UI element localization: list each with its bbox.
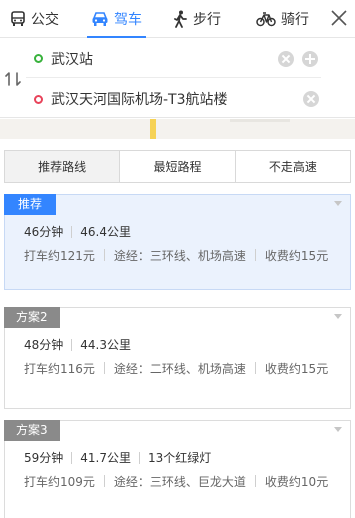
bike-icon bbox=[256, 12, 276, 27]
divider bbox=[103, 475, 105, 487]
plan-traffic-lights: 13个红绿灯 bbox=[148, 451, 212, 465]
plan-time: 59分钟 bbox=[24, 451, 64, 465]
expand-arrow-icon[interactable] bbox=[334, 427, 342, 432]
tab-bike[interactable]: 骑行 bbox=[256, 0, 309, 38]
plan-tag: 推荐 bbox=[4, 194, 57, 215]
route-plan-card[interactable]: 方案3 59分钟 41.7公里 13个红绿灯 打车约109元 途经：三环线、巨龙大… bbox=[4, 420, 351, 518]
divider bbox=[254, 362, 256, 374]
plan-toll: 收费约15元 bbox=[264, 249, 329, 263]
tab-car-label: 驾车 bbox=[114, 12, 142, 28]
plan-toll: 收费约15元 bbox=[264, 362, 329, 376]
tab-bike-label: 骑行 bbox=[281, 12, 309, 28]
plan-toll: 收费约10元 bbox=[264, 475, 329, 489]
plan-summary: 46分钟 46.4公里 bbox=[24, 223, 131, 240]
end-dot-icon bbox=[34, 94, 43, 104]
plan-summary: 48分钟 44.3公里 bbox=[24, 336, 131, 353]
start-dot-icon bbox=[34, 54, 43, 63]
clear-end-icon[interactable] bbox=[303, 91, 319, 107]
plan-details: 打车约121元 途经：三环线、机场高速 收费约15元 bbox=[24, 245, 342, 267]
plan-tag: 方案2 bbox=[4, 307, 60, 328]
plan-via: 途经：三环线、巨龙大道 bbox=[113, 475, 246, 489]
divider bbox=[254, 475, 256, 487]
add-waypoint-icon[interactable] bbox=[302, 51, 318, 67]
start-point-field[interactable]: 武汉站 bbox=[26, 40, 321, 78]
route-strategy-tabs: 推荐路线 最短路程 不走高速 bbox=[4, 150, 351, 183]
clear-start-icon[interactable] bbox=[278, 51, 294, 67]
plan-distance: 46.4公里 bbox=[80, 225, 132, 239]
route-input-panel: 武汉站 武汉天河国际机场-T3航站楼 bbox=[0, 38, 355, 118]
plan-time: 46分钟 bbox=[24, 225, 64, 239]
travel-mode-bar: 公交 驾车 步行 骑行 bbox=[0, 0, 355, 38]
divider bbox=[103, 362, 105, 374]
end-point-field[interactable]: 武汉天河国际机场-T3航站楼 bbox=[26, 80, 321, 118]
tab-walk[interactable]: 步行 bbox=[172, 0, 221, 38]
tab-bus[interactable]: 公交 bbox=[10, 0, 59, 38]
plan-tag: 方案3 bbox=[4, 420, 60, 441]
plan-time: 48分钟 bbox=[24, 338, 64, 352]
walk-icon bbox=[174, 10, 187, 28]
bus-icon bbox=[11, 11, 25, 26]
divider bbox=[71, 225, 73, 238]
route-plan-card[interactable]: 推荐 46分钟 46.4公里 打车约121元 途经：三环线、机场高速 收费约15元 bbox=[4, 194, 351, 290]
expand-arrow-icon[interactable] bbox=[334, 314, 342, 319]
car-icon bbox=[92, 12, 108, 26]
divider bbox=[254, 249, 256, 261]
tab-avoid-highway[interactable]: 不走高速 bbox=[234, 151, 350, 182]
divider bbox=[71, 451, 73, 464]
swap-route-icon[interactable] bbox=[5, 71, 21, 87]
plan-distance: 41.7公里 bbox=[80, 451, 132, 465]
map-road bbox=[150, 119, 156, 139]
tab-shortest[interactable]: 最短路程 bbox=[119, 151, 234, 182]
map-road bbox=[230, 119, 290, 122]
divider bbox=[103, 249, 105, 261]
plan-taxi-fare: 打车约116元 bbox=[24, 362, 95, 376]
plan-via: 途经：三环线、机场高速 bbox=[113, 249, 246, 263]
tab-car[interactable]: 驾车 bbox=[87, 0, 146, 38]
start-point-text: 武汉站 bbox=[51, 51, 93, 68]
end-point-text: 武汉天河国际机场-T3航站楼 bbox=[51, 92, 228, 108]
close-icon[interactable] bbox=[329, 8, 349, 28]
divider bbox=[71, 338, 73, 351]
tab-recommended[interactable]: 推荐路线 bbox=[5, 151, 120, 182]
plan-details: 打车约109元 途经：三环线、巨龙大道 收费约10元 bbox=[24, 471, 342, 493]
plan-taxi-fare: 打车约109元 bbox=[24, 475, 95, 489]
tab-bus-label: 公交 bbox=[31, 12, 59, 28]
route-plan-card[interactable]: 方案2 48分钟 44.3公里 打车约116元 途经：二环线、机场高速 收费约15元 bbox=[4, 307, 351, 409]
tab-walk-label: 步行 bbox=[193, 12, 221, 28]
divider bbox=[139, 451, 141, 464]
plan-summary: 59分钟 41.7公里 13个红绿灯 bbox=[24, 449, 211, 466]
plan-details: 打车约116元 途经：二环线、机场高速 收费约15元 bbox=[24, 358, 342, 380]
plan-via: 途经：二环线、机场高速 bbox=[113, 362, 246, 376]
plan-distance: 44.3公里 bbox=[80, 338, 132, 352]
expand-arrow-icon[interactable] bbox=[334, 201, 342, 206]
map-background bbox=[0, 119, 355, 139]
plan-taxi-fare: 打车约121元 bbox=[24, 249, 95, 263]
